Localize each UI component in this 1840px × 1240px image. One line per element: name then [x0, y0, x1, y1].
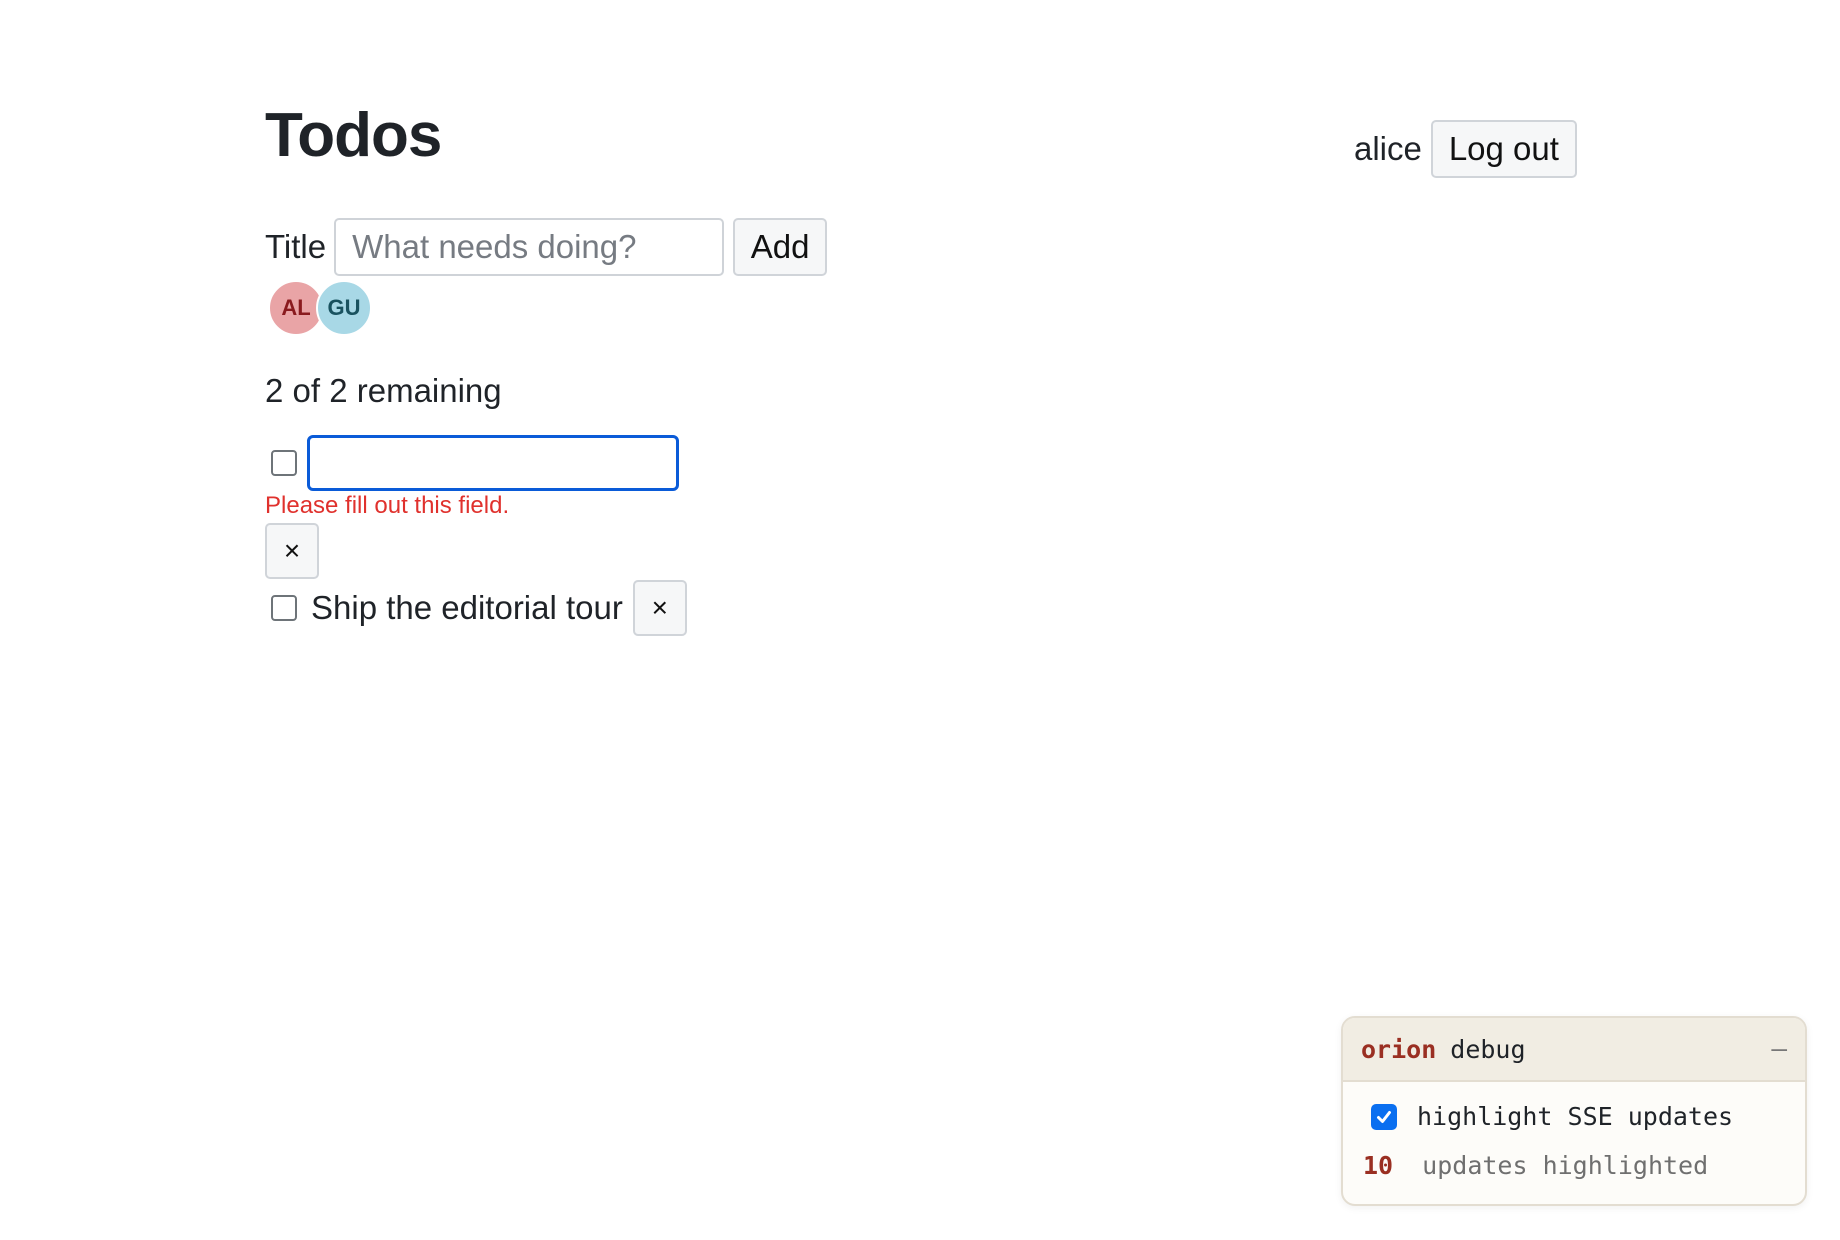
title-input[interactable] [334, 218, 725, 276]
logout-button[interactable]: Log out [1430, 120, 1577, 178]
debug-stat: 10 updates highlighted [1343, 1151, 1805, 1180]
username: alice [1354, 130, 1422, 167]
highlight-option: highlight SSE updates [1343, 1102, 1805, 1131]
debug-panel-header: orion debug – [1343, 1018, 1805, 1082]
avatar: GU [316, 280, 372, 336]
debug-title: debug [1450, 1034, 1526, 1064]
checkmark-icon [1377, 1110, 1391, 1123]
minimize-button[interactable]: – [1771, 1034, 1787, 1064]
update-count: 10 [1363, 1151, 1394, 1180]
delete-todo-button[interactable]: × [265, 523, 319, 579]
todo-app-page: Todos alice Log out Title Add AL GU 2 of… [0, 0, 1840, 1240]
update-count-label: updates highlighted [1422, 1151, 1709, 1180]
validation-message: Please fill out this field. [265, 492, 510, 519]
delete-todo-button[interactable]: × [632, 580, 687, 636]
page-title: Todos [265, 101, 442, 170]
remaining-count: 2 of 2 remaining [265, 372, 502, 409]
debug-panel: orion debug – highlight SSE updates 10 u… [1341, 1016, 1807, 1206]
todo-item: Ship the editorial tour × [271, 580, 687, 636]
title-label: Title [265, 228, 327, 265]
user-area: alice Log out [1354, 120, 1577, 178]
highlight-option-label: highlight SSE updates [1417, 1102, 1734, 1131]
debug-brand: orion [1361, 1034, 1437, 1064]
todo-item-editing [271, 435, 679, 491]
presence-avatars: AL GU [268, 280, 378, 338]
add-todo-form: Title Add [265, 218, 828, 276]
highlight-checkbox[interactable] [1371, 1103, 1397, 1130]
todo-checkbox[interactable] [271, 450, 297, 476]
todo-checkbox[interactable] [271, 595, 297, 621]
todo-edit-input[interactable] [307, 435, 679, 491]
add-button[interactable]: Add [733, 218, 828, 276]
todo-text: Ship the editorial tour [311, 589, 623, 626]
